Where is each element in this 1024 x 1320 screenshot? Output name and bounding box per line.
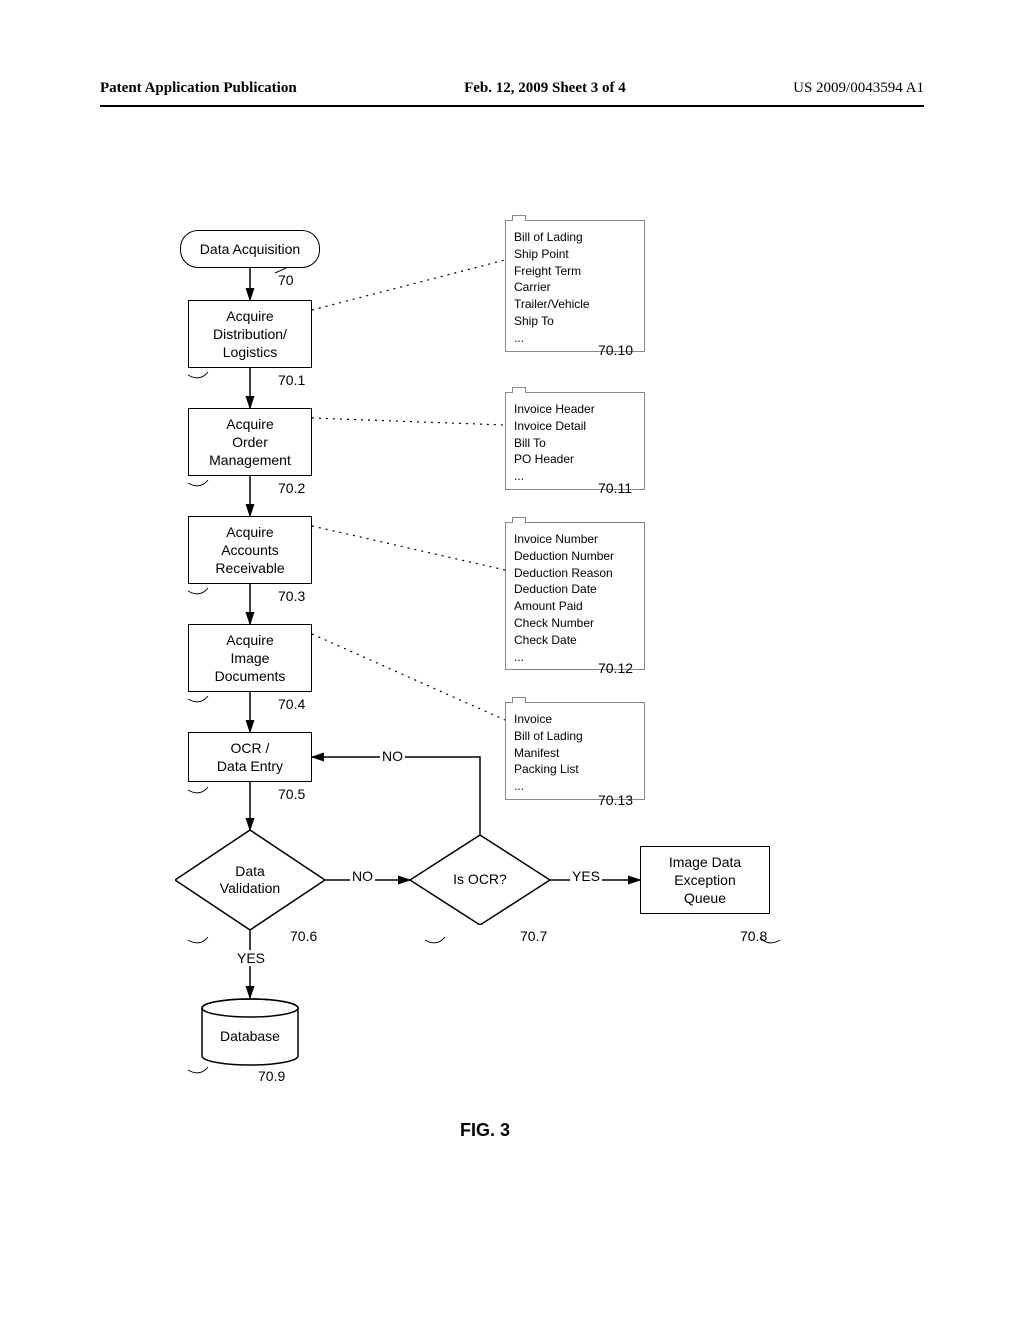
data-70-13-content: Invoice Bill of Lading Manifest Packing … [506,703,644,799]
node-70-6-label: Data Validation [220,863,280,898]
ref-70-10: 70.10 [598,342,633,358]
header-right: US 2009/0043594 A1 [793,80,924,97]
node-70-7: Is OCR? [410,835,550,925]
node-70-9-label: Database [200,1028,300,1044]
ref-70-3: 70.3 [278,588,305,604]
node-70-4-label: Acquire Image Documents [215,631,286,686]
page-header: Patent Application Publication Feb. 12, … [100,80,924,97]
node-70-8-label: Image Data Exception Queue [669,853,741,908]
edge-no-d2: NO [380,748,405,764]
figure-label: FIG. 3 [460,1120,510,1141]
data-70-11-content: Invoice Header Invoice Detail Bill To PO… [506,393,644,489]
ref-70-13: 70.13 [598,792,633,808]
ref-70-12: 70.12 [598,660,633,676]
data-70-11: Invoice Header Invoice Detail Bill To PO… [505,392,645,490]
ref-70-1: 70.1 [278,372,305,388]
ref-70-7: 70.7 [520,928,547,944]
data-70-10: Bill of Lading Ship Point Freight Term C… [505,220,645,352]
node-70-7-label: Is OCR? [453,871,507,889]
ref-70-9: 70.9 [258,1068,285,1084]
node-70-6: Data Validation [175,830,325,930]
node-70-9: Database [200,998,300,1066]
edge-yes-d1: YES [235,950,267,966]
ref-70-4: 70.4 [278,696,305,712]
node-70-2-label: Acquire Order Management [209,415,291,470]
node-70-3-label: Acquire Accounts Receivable [215,523,284,578]
flowchart-diagram: Data Acquisition 70 Acquire Distribution… [100,150,924,1200]
node-70-1: Acquire Distribution/ Logistics [188,300,312,368]
ref-70-8: 70.8 [740,928,767,944]
ref-70: 70 [278,272,294,288]
node-70-2: Acquire Order Management [188,408,312,476]
data-70-10-content: Bill of Lading Ship Point Freight Term C… [506,221,644,351]
data-70-13: Invoice Bill of Lading Manifest Packing … [505,702,645,800]
data-70-12: Invoice Number Deduction Number Deductio… [505,522,645,670]
node-70-5-label: OCR / Data Entry [217,739,283,775]
ref-70-5: 70.5 [278,786,305,802]
ref-70-11: 70.11 [598,480,632,496]
node-70-8: Image Data Exception Queue [640,846,770,914]
node-70-1-label: Acquire Distribution/ Logistics [213,307,287,362]
header-center: Feb. 12, 2009 Sheet 3 of 4 [464,80,626,97]
ref-70-6: 70.6 [290,928,317,944]
edge-yes-d2: YES [570,868,602,884]
header-left: Patent Application Publication [100,80,297,97]
node-70-3: Acquire Accounts Receivable [188,516,312,584]
edge-no-d1: NO [350,868,375,884]
ref-70-2: 70.2 [278,480,305,496]
node-70-5: OCR / Data Entry [188,732,312,782]
node-start-label: Data Acquisition [200,240,300,258]
data-70-12-content: Invoice Number Deduction Number Deductio… [506,523,644,669]
node-70-4: Acquire Image Documents [188,624,312,692]
header-divider [100,105,924,107]
node-start: Data Acquisition [180,230,320,268]
